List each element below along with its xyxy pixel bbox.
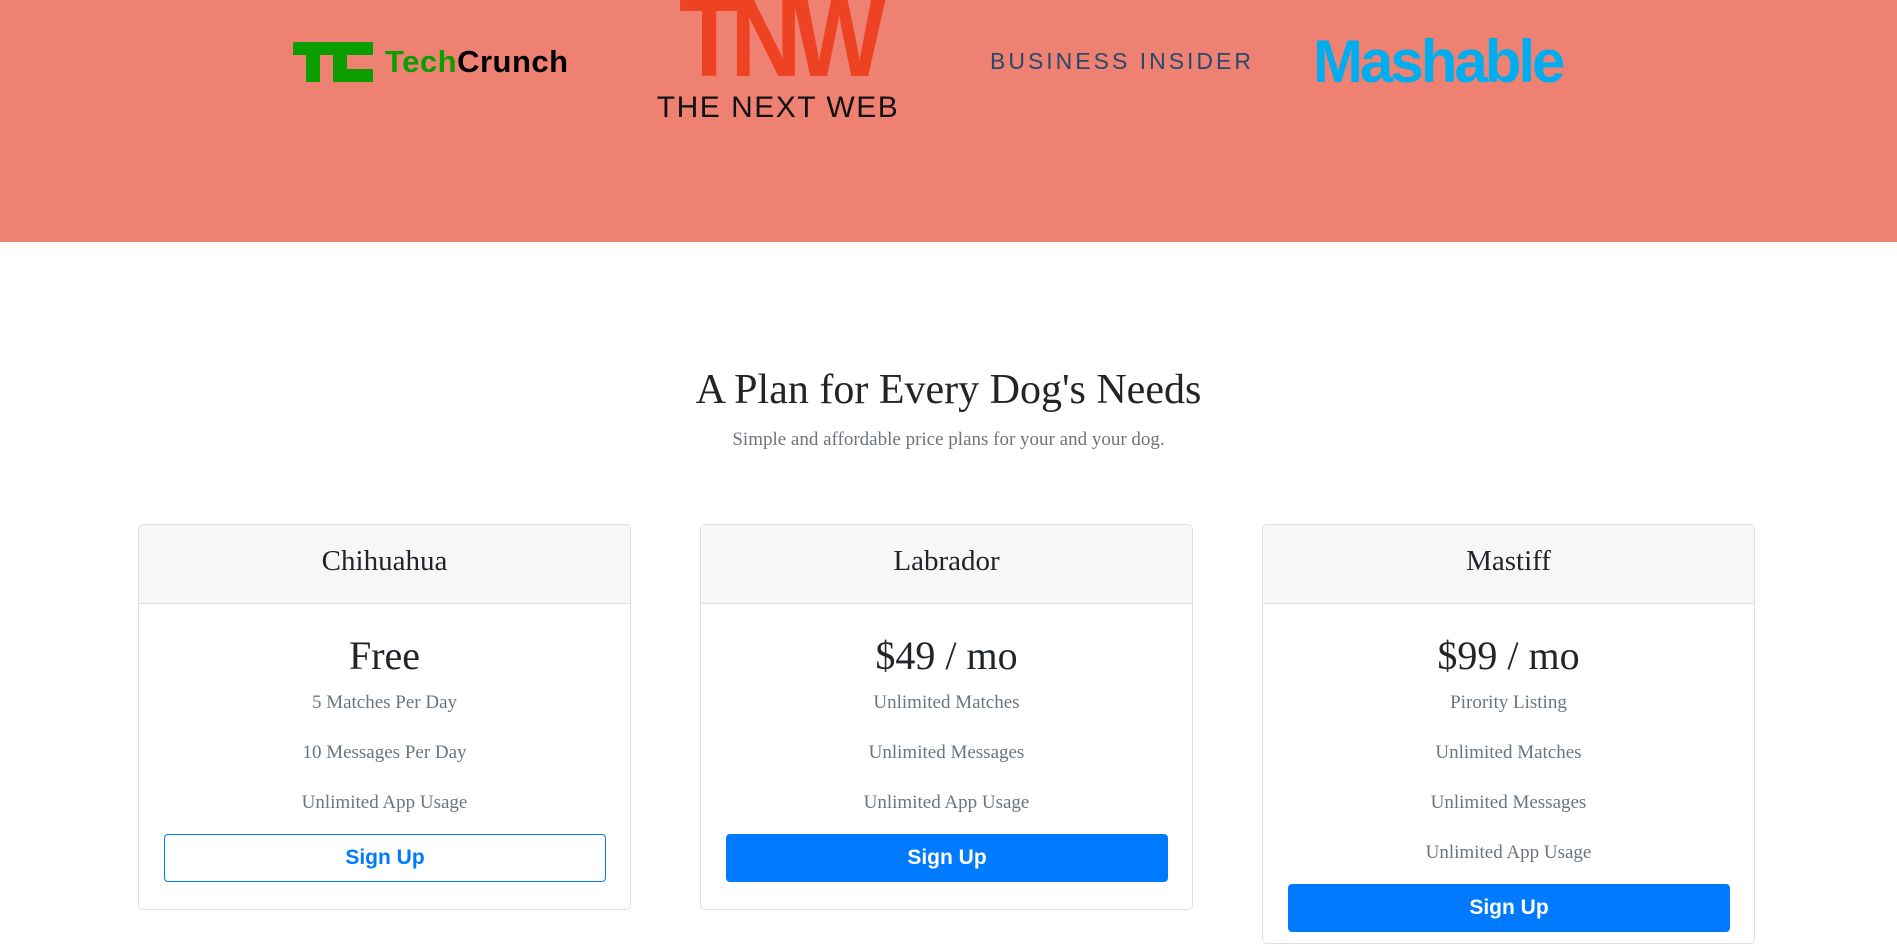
plan-name: Chihuahua bbox=[139, 525, 630, 604]
sign-up-button-mastiff[interactable]: Sign Up bbox=[1288, 884, 1730, 932]
press-section: TechCrunch TNW THE NEXT WEB BUSINESS INS… bbox=[0, 0, 1897, 242]
tnw-wordmark: THE NEXT WEB bbox=[656, 91, 900, 124]
pricing-title: A Plan for Every Dog's Needs bbox=[695, 367, 1202, 413]
tnw-logo: TNW THE NEXT WEB bbox=[636, 0, 920, 125]
plan-card-chihuahua: Chihuahua Free 5 Matches Per Day 10 Mess… bbox=[138, 524, 631, 910]
plan-feature: Pirority Listing bbox=[1450, 692, 1567, 713]
tnw-letters: TNW bbox=[678, 0, 886, 100]
mashable-logo: Mashable bbox=[1313, 28, 1565, 95]
plan-feature: Unlimited App Usage bbox=[301, 792, 468, 813]
plan-feature: Unlimited App Usage bbox=[863, 792, 1030, 813]
pricing-subtitle: Simple and affordable price plans for yo… bbox=[732, 429, 1165, 450]
plan-card-labrador: Labrador $49 / mo Unlimited Matches Unli… bbox=[700, 524, 1193, 910]
plan-feature: Unlimited Messages bbox=[1430, 792, 1587, 813]
plan-feature: Unlimited Matches bbox=[1435, 742, 1582, 763]
plan-feature: Unlimited Matches bbox=[873, 692, 1020, 713]
plan-price: $99 / mo bbox=[1437, 633, 1580, 678]
plan-name: Mastiff bbox=[1263, 525, 1754, 604]
techcrunch-mark-icon bbox=[293, 42, 373, 82]
sign-up-button-labrador[interactable]: Sign Up bbox=[726, 834, 1168, 882]
plan-card-mastiff: Mastiff $99 / mo Pirority Listing Unlimi… bbox=[1262, 524, 1755, 944]
business-insider-logo: BUSINESS INSIDER bbox=[990, 48, 1254, 74]
techcrunch-logo: TechCrunch bbox=[293, 42, 569, 82]
plan-price: $49 / mo bbox=[875, 633, 1018, 678]
plan-feature: Unlimited Messages bbox=[868, 742, 1025, 763]
plan-feature: 10 Messages Per Day bbox=[302, 742, 467, 763]
plan-price: Free bbox=[348, 633, 421, 678]
plan-feature: 5 Matches Per Day bbox=[311, 692, 458, 713]
sign-up-button-chihuahua[interactable]: Sign Up bbox=[164, 834, 606, 882]
techcrunch-wordmark: TechCrunch bbox=[385, 44, 569, 79]
plan-name: Labrador bbox=[701, 525, 1192, 604]
plan-feature: Unlimited App Usage bbox=[1425, 842, 1592, 863]
